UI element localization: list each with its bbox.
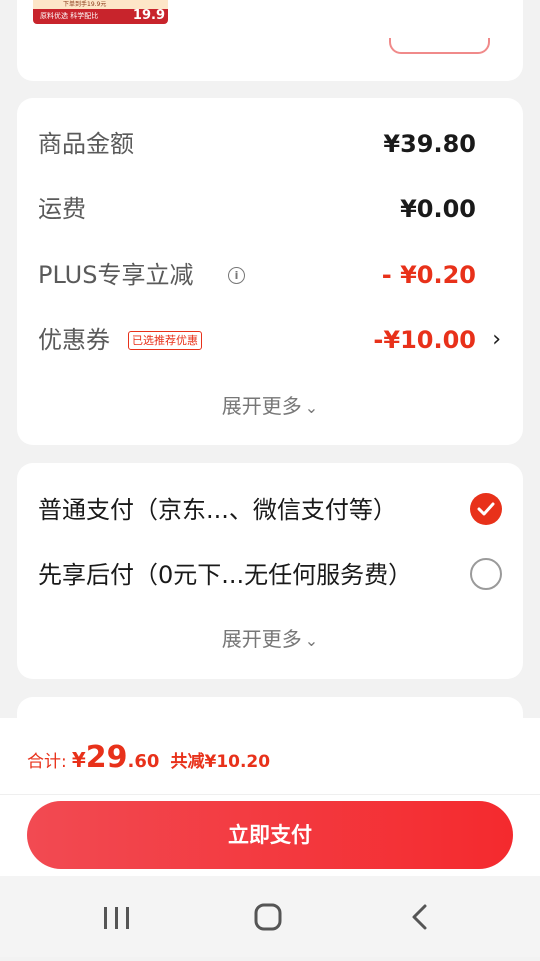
price-expand-more[interactable]: 展开更多 ⌄ [17, 390, 523, 419]
goods-amount-label: 商品金额 [38, 130, 134, 158]
home-button[interactable] [228, 876, 308, 957]
recent-apps-icon [104, 907, 129, 929]
chevron-down-icon: ⌄ [304, 631, 319, 650]
back-icon [412, 904, 427, 930]
payment-option-later-label: 先享后付（0元下...无任何服务费） [38, 561, 413, 589]
promo-banner[interactable]: 下单到手19.9元 原料优选 科学配比 19.9 [33, 0, 168, 24]
plus-discount-label: PLUS专享立减 [38, 261, 194, 289]
price-expand-label: 展开更多 [221, 394, 302, 418]
coupon-tag: 已选推荐优惠 [128, 331, 202, 350]
payment-expand-label: 展开更多 [221, 627, 302, 651]
shipping-label: 运费 [38, 195, 86, 223]
outline-button[interactable] [389, 38, 490, 54]
total-currency: ¥ [71, 748, 86, 772]
total-summary: 合计: ¥29.60 共减¥10.20 [27, 740, 270, 780]
divider [0, 794, 540, 795]
radio-selected[interactable] [470, 493, 502, 525]
shipping-value: ¥0.00 [400, 195, 476, 223]
payment-option-normal-label: 普通支付（京东...、微信支付等） [38, 496, 397, 524]
payment-option-later[interactable]: 先享后付（0元下...无任何服务费） [17, 555, 523, 595]
plus-discount-value: - ¥0.20 [381, 261, 476, 289]
promo-price: 19.9 [132, 8, 165, 23]
home-icon [254, 903, 282, 931]
plus-discount-row: PLUS专享立减 i - ¥0.20 [17, 255, 523, 295]
shipping-row: 运费 ¥0.00 [17, 189, 523, 229]
back-button[interactable] [380, 876, 460, 957]
system-nav-bar [0, 876, 540, 957]
checkout-bar: 合计: ¥29.60 共减¥10.20 立即支付 [0, 718, 540, 876]
pay-now-button[interactable]: 立即支付 [27, 801, 513, 869]
recent-apps-button[interactable] [76, 876, 156, 957]
info-icon[interactable]: i [228, 267, 245, 284]
check-icon [477, 502, 495, 516]
total-decimal: .60 [127, 751, 160, 772]
goods-amount-value: ¥39.80 [383, 130, 476, 158]
total-integer: 29 [85, 740, 128, 775]
promo-line2: 原料优选 科学配比 [40, 12, 99, 20]
goods-amount-row: 商品金额 ¥39.80 [17, 124, 523, 164]
promo-line1: 下单到手19.9元 [63, 1, 107, 8]
radio-unselected[interactable] [470, 558, 502, 590]
coupon-label: 优惠券 [38, 326, 110, 354]
payment-method-card: 普通支付（京东...、微信支付等） 先享后付（0元下...无任何服务费） 展开更… [17, 463, 523, 679]
payment-option-normal[interactable]: 普通支付（京东...、微信支付等） [17, 490, 523, 530]
coupon-value: -¥10.00 [373, 326, 476, 354]
total-label: 合计: [27, 752, 67, 772]
price-summary-card: 商品金额 ¥39.80 运费 ¥0.00 PLUS专享立减 i - ¥0.20 … [17, 98, 523, 445]
total-saving: 共减¥10.20 [170, 752, 271, 772]
chevron-right-icon[interactable]: › [492, 320, 501, 360]
chevron-down-icon: ⌄ [304, 398, 319, 417]
payment-expand-more[interactable]: 展开更多 ⌄ [17, 623, 523, 652]
coupon-row[interactable]: 优惠券 已选推荐优惠 -¥10.00 › [17, 320, 523, 360]
